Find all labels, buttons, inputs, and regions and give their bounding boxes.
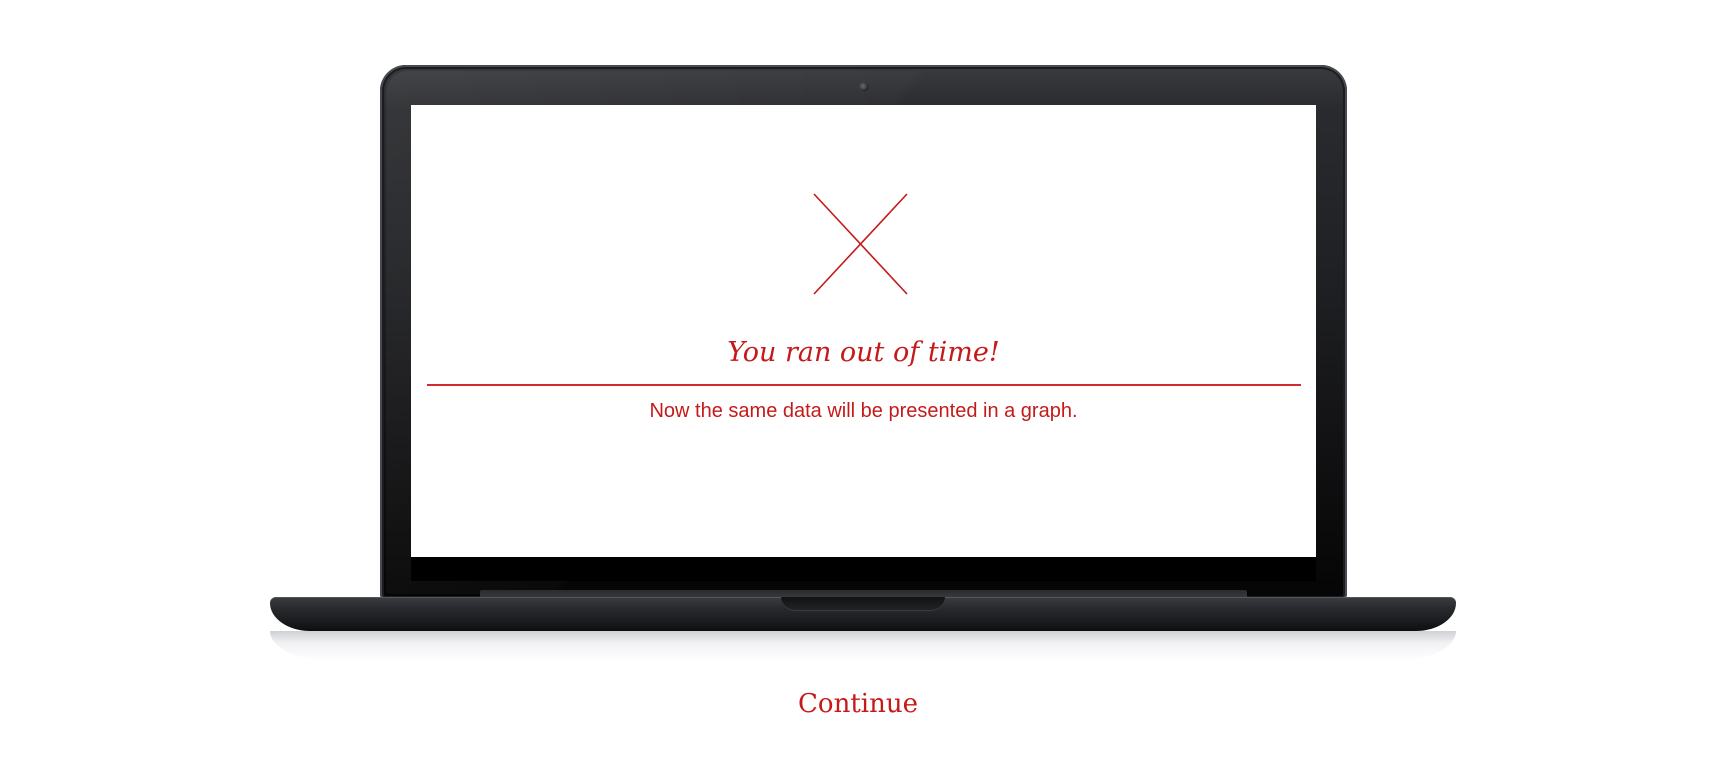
screen-bottom-bezel xyxy=(411,557,1316,581)
webcam-icon xyxy=(859,82,869,92)
laptop-base-notch xyxy=(781,597,945,611)
stage: You ran out of time! Now the same data w… xyxy=(0,0,1717,771)
timeout-message: Now the same data will be presented in a… xyxy=(649,400,1078,422)
laptop-shadow xyxy=(270,631,1456,661)
laptop-screen xyxy=(411,105,1316,557)
close-icon xyxy=(813,193,908,295)
divider xyxy=(427,384,1301,386)
continue-button[interactable]: Continue xyxy=(758,686,958,722)
timeout-headline: You ran out of time! xyxy=(727,337,1000,368)
